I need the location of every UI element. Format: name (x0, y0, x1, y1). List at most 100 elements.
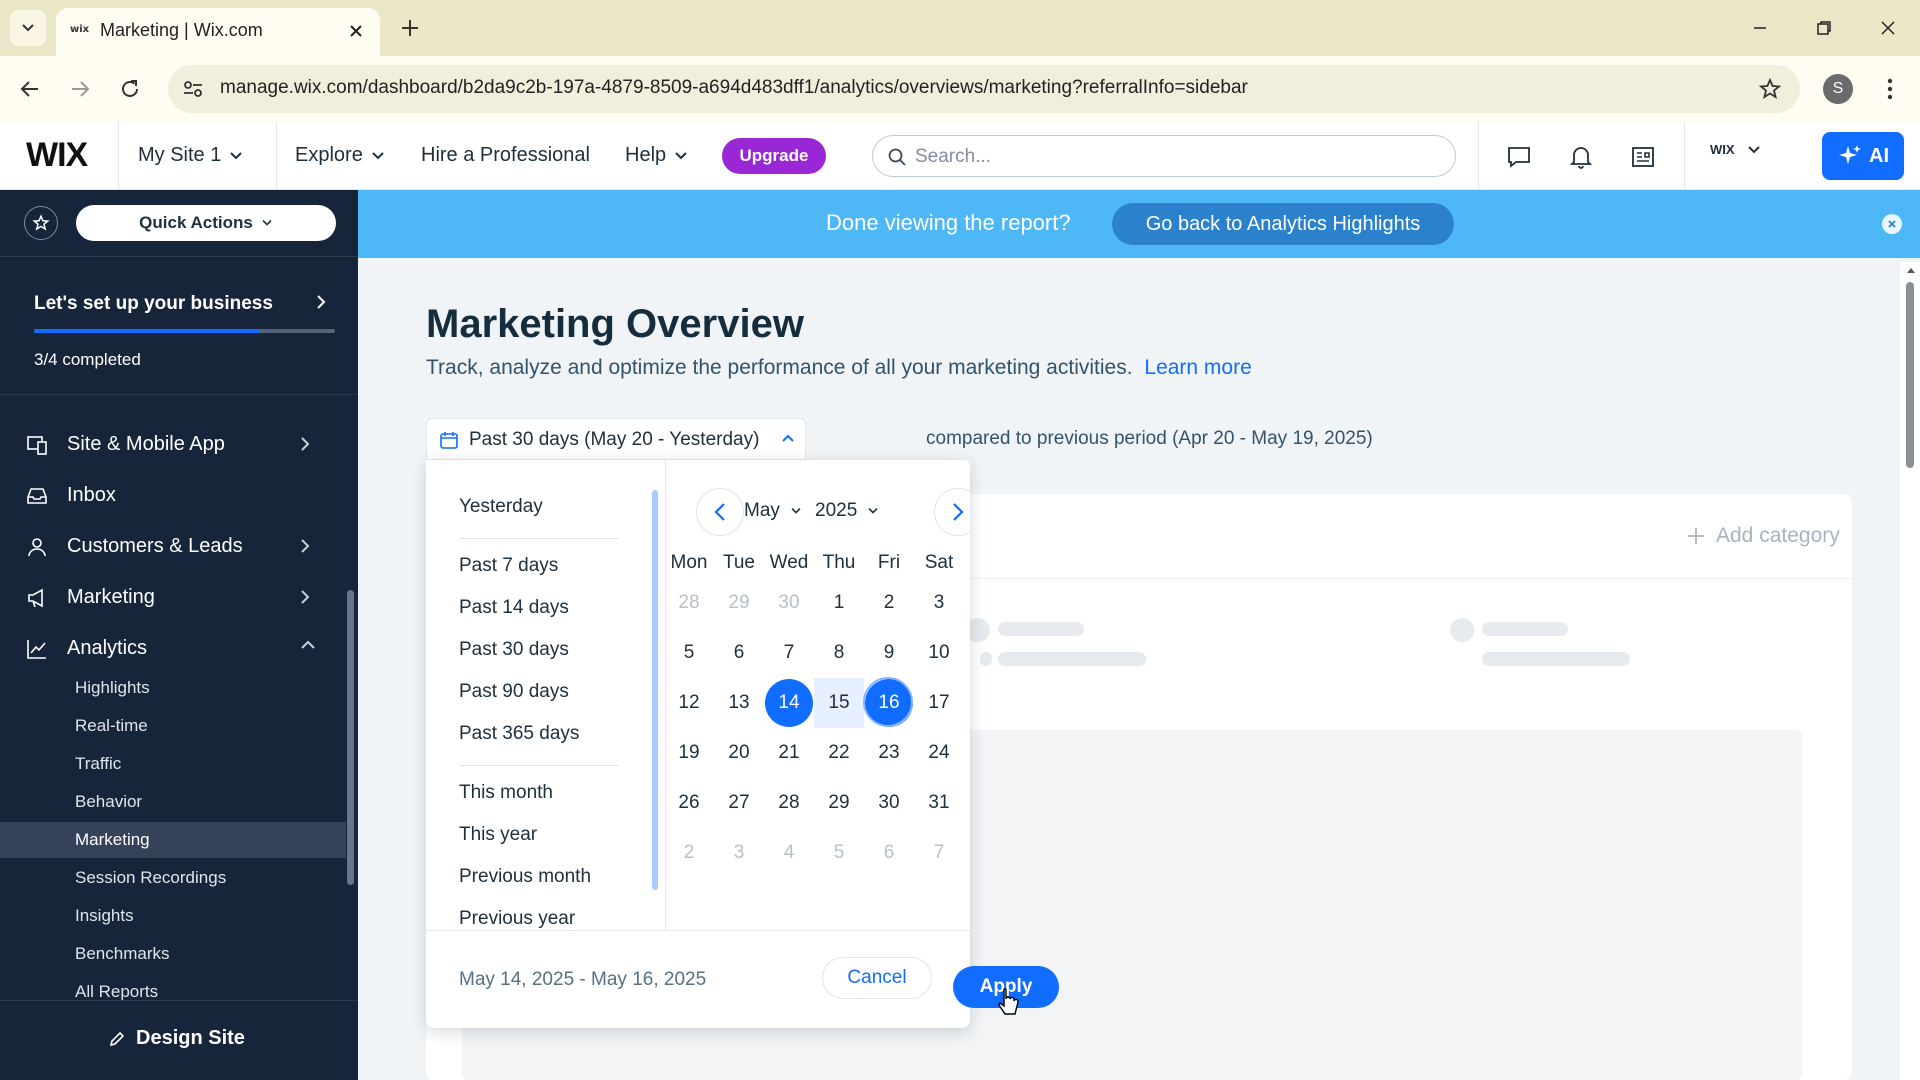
calendar-day[interactable]: 15 (814, 678, 864, 728)
date-range-dropdown[interactable]: Past 30 days (May 20 - Yesterday) (426, 418, 806, 460)
calendar-day[interactable]: 29 (814, 778, 864, 828)
calendar-day[interactable]: 22 (814, 728, 864, 778)
design-site-button[interactable]: Design Site (0, 1000, 358, 1080)
sidebar-subitem-benchmarks[interactable]: Benchmarks (0, 936, 346, 972)
calendar-day[interactable]: 18 (964, 678, 970, 728)
cancel-button[interactable]: Cancel (822, 957, 932, 999)
news-feed-icon[interactable] (1630, 144, 1656, 170)
tab-list-button[interactable] (10, 10, 46, 46)
previous-month-button[interactable] (696, 488, 744, 536)
sidebar-subitem-real-time[interactable]: Real-time (0, 708, 346, 744)
calendar-day[interactable]: 30 (764, 578, 814, 628)
calendar-day[interactable]: 27 (714, 778, 764, 828)
calendar-day[interactable]: 11 (964, 628, 970, 678)
preset-this-month[interactable]: This month (459, 782, 553, 804)
calendar-day[interactable]: 4 (964, 578, 970, 628)
preset-previous-month[interactable]: Previous month (459, 866, 591, 888)
scroll-up-arrow-icon[interactable] (1906, 266, 1916, 274)
explore-menu[interactable]: Explore (295, 144, 385, 167)
calendar-day[interactable]: 4 (764, 828, 814, 878)
learn-more-link[interactable]: Learn more (1144, 356, 1251, 379)
banner-close-icon[interactable] (1882, 214, 1902, 234)
year-select[interactable]: 2025 (815, 500, 879, 522)
account-menu[interactable]: WIX (1710, 142, 1761, 157)
site-info-icon[interactable] (182, 79, 204, 99)
calendar-day[interactable]: 23 (864, 728, 914, 778)
calendar-day[interactable]: 9 (864, 628, 914, 678)
preset-yesterday[interactable]: Yesterday (459, 496, 543, 518)
calendar-day[interactable]: 5 (814, 828, 864, 878)
new-tab-plus-icon[interactable] (396, 14, 424, 42)
back-to-highlights-button[interactable]: Go back to Analytics Highlights (1112, 203, 1454, 245)
calendar-day-selected[interactable]: 14 (764, 678, 814, 728)
preset-past-14-days[interactable]: Past 14 days (459, 597, 569, 619)
back-arrow-icon[interactable] (14, 73, 46, 105)
sidebar-subitem-traffic[interactable]: Traffic (0, 746, 346, 782)
browser-tab[interactable]: wix Marketing | Wix.com (56, 8, 380, 56)
calendar-day[interactable]: 19 (664, 728, 714, 778)
site-selector[interactable]: My Site 1 (138, 144, 243, 167)
help-menu[interactable]: Help (625, 144, 688, 167)
ai-assistant-button[interactable]: AI (1822, 132, 1904, 180)
calendar-day[interactable]: 25 (964, 728, 970, 778)
calendar-day[interactable]: 29 (714, 578, 764, 628)
calendar-day[interactable]: 5 (664, 628, 714, 678)
calendar-day[interactable]: 24 (914, 728, 964, 778)
sidebar-subitem-session-recordings[interactable]: Session Recordings (0, 860, 346, 896)
main-scrollbar-thumb[interactable] (1906, 282, 1914, 468)
calendar-day[interactable]: 28 (664, 578, 714, 628)
calendar-day[interactable]: 31 (914, 778, 964, 828)
sidebar-item-marketing[interactable]: Marketing (0, 573, 346, 621)
notifications-bell-icon[interactable] (1568, 144, 1594, 170)
calendar-day[interactable]: 6 (864, 828, 914, 878)
upgrade-button[interactable]: Upgrade (722, 138, 826, 174)
sidebar-item-customers-leads[interactable]: Customers & Leads (0, 522, 346, 570)
calendar-day[interactable]: 2 (664, 828, 714, 878)
presets-scrollbar[interactable] (652, 490, 658, 890)
calendar-day[interactable]: 17 (914, 678, 964, 728)
calendar-day[interactable]: 1 (814, 578, 864, 628)
calendar-day[interactable]: 3 (714, 828, 764, 878)
calendar-day[interactable]: 30 (864, 778, 914, 828)
calendar-day[interactable]: 3 (914, 578, 964, 628)
minimize-icon[interactable] (1736, 10, 1784, 46)
calendar-day[interactable]: 20 (714, 728, 764, 778)
sidebar-subitem-insights[interactable]: Insights (0, 898, 346, 934)
preset-past-365-days[interactable]: Past 365 days (459, 723, 579, 745)
calendar-day[interactable]: 26 (664, 778, 714, 828)
setup-checklist[interactable]: Let's set up your business 3/4 completed (0, 270, 358, 380)
sidebar-subitem-behavior[interactable]: Behavior (0, 784, 346, 820)
calendar-day[interactable]: 2 (864, 578, 914, 628)
calendar-day[interactable]: 10 (914, 628, 964, 678)
preset-past-30-days[interactable]: Past 30 days (459, 639, 569, 661)
bookmark-star-icon[interactable] (1758, 77, 1782, 101)
sidebar-item-inbox[interactable]: Inbox (0, 471, 346, 519)
sidebar-scrollbar[interactable] (347, 590, 354, 885)
preset-past-90-days[interactable]: Past 90 days (459, 681, 569, 703)
window-close-icon[interactable] (1864, 10, 1912, 46)
next-month-button[interactable] (934, 488, 970, 536)
quick-actions-button[interactable]: Quick Actions (76, 205, 336, 241)
calendar-day[interactable]: 8 (814, 628, 864, 678)
address-bar[interactable]: manage.wix.com/dashboard/b2da9c2b-197a-4… (168, 65, 1800, 113)
month-select[interactable]: May (744, 500, 802, 522)
favorites-star-icon[interactable] (24, 206, 58, 240)
calendar-day[interactable]: 8 (964, 828, 970, 878)
sidebar-item-analytics[interactable]: Analytics (0, 624, 346, 672)
restore-icon[interactable] (1800, 10, 1848, 46)
wix-logo[interactable]: WIX (26, 136, 88, 175)
tab-close-icon[interactable] (346, 21, 366, 41)
add-category-button[interactable]: Add category (1686, 524, 1840, 548)
calendar-day[interactable]: 13 (714, 678, 764, 728)
calendar-day[interactable]: 6 (714, 628, 764, 678)
calendar-day[interactable]: 7 (914, 828, 964, 878)
calendar-day-selected[interactable]: 16 (863, 677, 914, 728)
search-input[interactable]: Search... (872, 135, 1456, 177)
preset-past-7-days[interactable]: Past 7 days (459, 555, 558, 577)
chat-icon[interactable] (1506, 144, 1532, 170)
calendar-day[interactable]: 21 (764, 728, 814, 778)
calendar-day[interactable]: 1 (964, 778, 970, 828)
preset-previous-year[interactable]: Previous year (459, 908, 575, 930)
preset-this-year[interactable]: This year (459, 824, 537, 846)
calendar-day[interactable]: 7 (764, 628, 814, 678)
